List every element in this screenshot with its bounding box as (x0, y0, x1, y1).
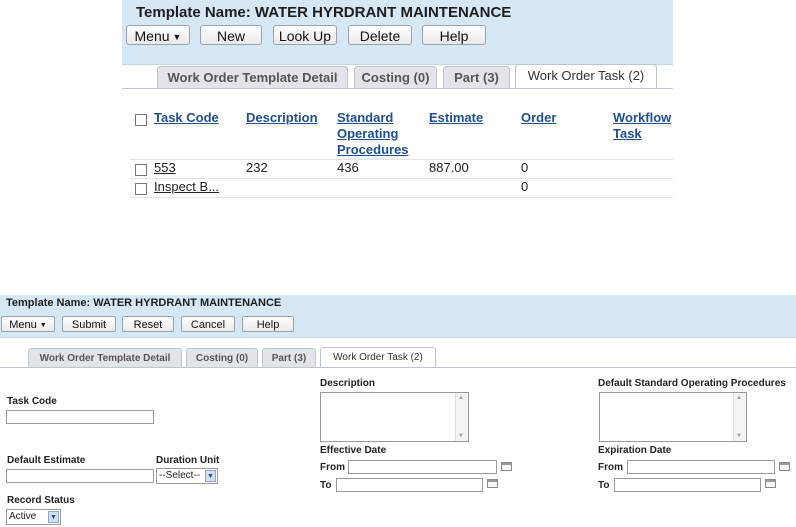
calendar-icon[interactable] (779, 462, 790, 471)
duration-unit-label: Duration Unit (156, 455, 220, 466)
panel1-header: Template Name: WATER HYRDRANT MAINTENANC… (122, 0, 673, 65)
menu-button-label: Menu (9, 319, 37, 331)
sop-header-line1: Standard (337, 110, 394, 125)
expiration-date-label: Expiration Date (598, 445, 672, 456)
panel1-tab-bar: Work Order Template Detail Costing (0) P… (122, 64, 673, 88)
record-status-label: Record Status (7, 495, 75, 506)
row-checkbox[interactable] (135, 164, 147, 176)
scroll-up-icon[interactable]: ▲ (458, 395, 464, 401)
sop-header-line3: Procedures (337, 142, 409, 157)
effective-date-label: Effective Date (320, 445, 387, 456)
look-up-button[interactable]: Look Up (273, 25, 337, 45)
calendar-icon[interactable] (487, 479, 498, 488)
tab-work-order-template-detail[interactable]: Work Order Template Detail (157, 66, 348, 88)
help-button[interactable]: Help (242, 316, 294, 332)
calendar-icon[interactable] (765, 479, 776, 488)
duration-unit-value: --Select-- (159, 470, 201, 481)
panel2-header: Template Name: WATER HYRDRANT MAINTENANC… (0, 295, 796, 338)
workflow-header-line1: Workflow (613, 110, 672, 125)
tab-work-order-template-detail[interactable]: Work Order Template Detail (28, 348, 182, 367)
reset-button[interactable]: Reset (122, 316, 174, 332)
description-textarea[interactable]: ▲ ▼ (320, 392, 469, 442)
effective-to-input[interactable] (336, 478, 483, 492)
task-code-label: Task Code (7, 396, 57, 407)
scroll-down-icon[interactable]: ▼ (458, 433, 464, 439)
record-status-select[interactable]: Active ▼ (6, 509, 61, 525)
help-button[interactable]: Help (422, 25, 486, 45)
row-checkbox[interactable] (135, 183, 147, 195)
duration-unit-select[interactable]: --Select-- ▼ (156, 468, 218, 484)
menu-dropdown-icon: ▼ (172, 32, 182, 42)
submit-button[interactable]: Submit (62, 316, 116, 332)
record-status-value: Active (9, 511, 37, 522)
panel1-tab-divider (122, 88, 673, 89)
tab-work-order-task[interactable]: Work Order Task (2) (515, 64, 657, 88)
menu-dropdown-icon: ▼ (39, 322, 47, 329)
chevron-down-icon: ▼ (48, 511, 59, 523)
menu-button[interactable]: Menu ▼ (126, 25, 190, 45)
tab-costing[interactable]: Costing (0) (354, 66, 437, 88)
task-code-input[interactable] (6, 410, 154, 424)
sop-header-line2: Operating (337, 126, 399, 141)
panel2-tab-bar: Work Order Template Detail Costing (0) P… (0, 347, 796, 367)
row-divider (130, 159, 673, 160)
expiration-from-input[interactable] (627, 460, 775, 474)
tab-work-order-task[interactable]: Work Order Task (2) (320, 347, 436, 367)
delete-button[interactable]: Delete (348, 25, 412, 45)
panel1-template-title: Template Name: WATER HYRDRANT MAINTENANC… (136, 4, 512, 21)
scroll-down-icon[interactable]: ▼ (736, 433, 742, 439)
new-button[interactable]: New (200, 25, 262, 45)
cell-estimate: 887.00 (429, 160, 469, 175)
default-sop-label: Default Standard Operating Procedures (598, 378, 786, 389)
row-divider (130, 197, 673, 198)
tab-part[interactable]: Part (3) (443, 66, 510, 88)
chevron-down-icon: ▼ (205, 470, 216, 482)
textarea-scrollbar[interactable]: ▲ ▼ (733, 393, 746, 441)
task-code-link[interactable]: Inspect B... (154, 179, 219, 194)
cell-order: 0 (521, 179, 529, 194)
tab-costing[interactable]: Costing (0) (186, 348, 258, 367)
column-header-standard-operating-procedures[interactable]: Standard Operating Procedures (337, 110, 409, 158)
panel2-template-title: Template Name: WATER HYRDRANT MAINTENANC… (6, 297, 282, 309)
expiration-to-input[interactable] (614, 478, 761, 492)
expiration-to-label: To (598, 480, 610, 491)
cell-order: 0 (521, 160, 529, 175)
cell-sop: 436 (337, 160, 359, 175)
description-label: Description (320, 378, 376, 389)
default-sop-textarea[interactable]: ▲ ▼ (599, 392, 747, 442)
column-header-description[interactable]: Description (246, 110, 318, 126)
cancel-button[interactable]: Cancel (181, 316, 235, 332)
select-all-checkbox[interactable] (135, 114, 147, 126)
effective-from-label: From (320, 462, 345, 473)
default-estimate-input[interactable] (6, 469, 154, 483)
scroll-up-icon[interactable]: ▲ (736, 395, 742, 401)
task-code-link[interactable]: 553 (154, 160, 176, 175)
menu-button-label: Menu (134, 28, 170, 44)
panel2-tab-divider (0, 367, 796, 368)
task-table: Task Code Description Standard Operating… (122, 100, 673, 207)
cell-description: 232 (246, 160, 268, 175)
effective-from-input[interactable] (348, 460, 497, 474)
default-estimate-label: Default Estimate (7, 455, 86, 466)
tab-part[interactable]: Part (3) (262, 348, 316, 367)
workflow-header-line2: Task (613, 126, 642, 141)
column-header-order[interactable]: Order (521, 110, 556, 126)
column-header-estimate[interactable]: Estimate (429, 110, 483, 126)
textarea-scrollbar[interactable]: ▲ ▼ (455, 393, 468, 441)
column-header-workflow-task[interactable]: Workflow Task (613, 110, 671, 142)
calendar-icon[interactable] (501, 462, 512, 471)
menu-button[interactable]: Menu ▼ (1, 316, 55, 332)
expiration-from-label: From (598, 462, 623, 473)
column-header-task-code[interactable]: Task Code (154, 110, 219, 126)
effective-to-label: To (320, 480, 332, 491)
